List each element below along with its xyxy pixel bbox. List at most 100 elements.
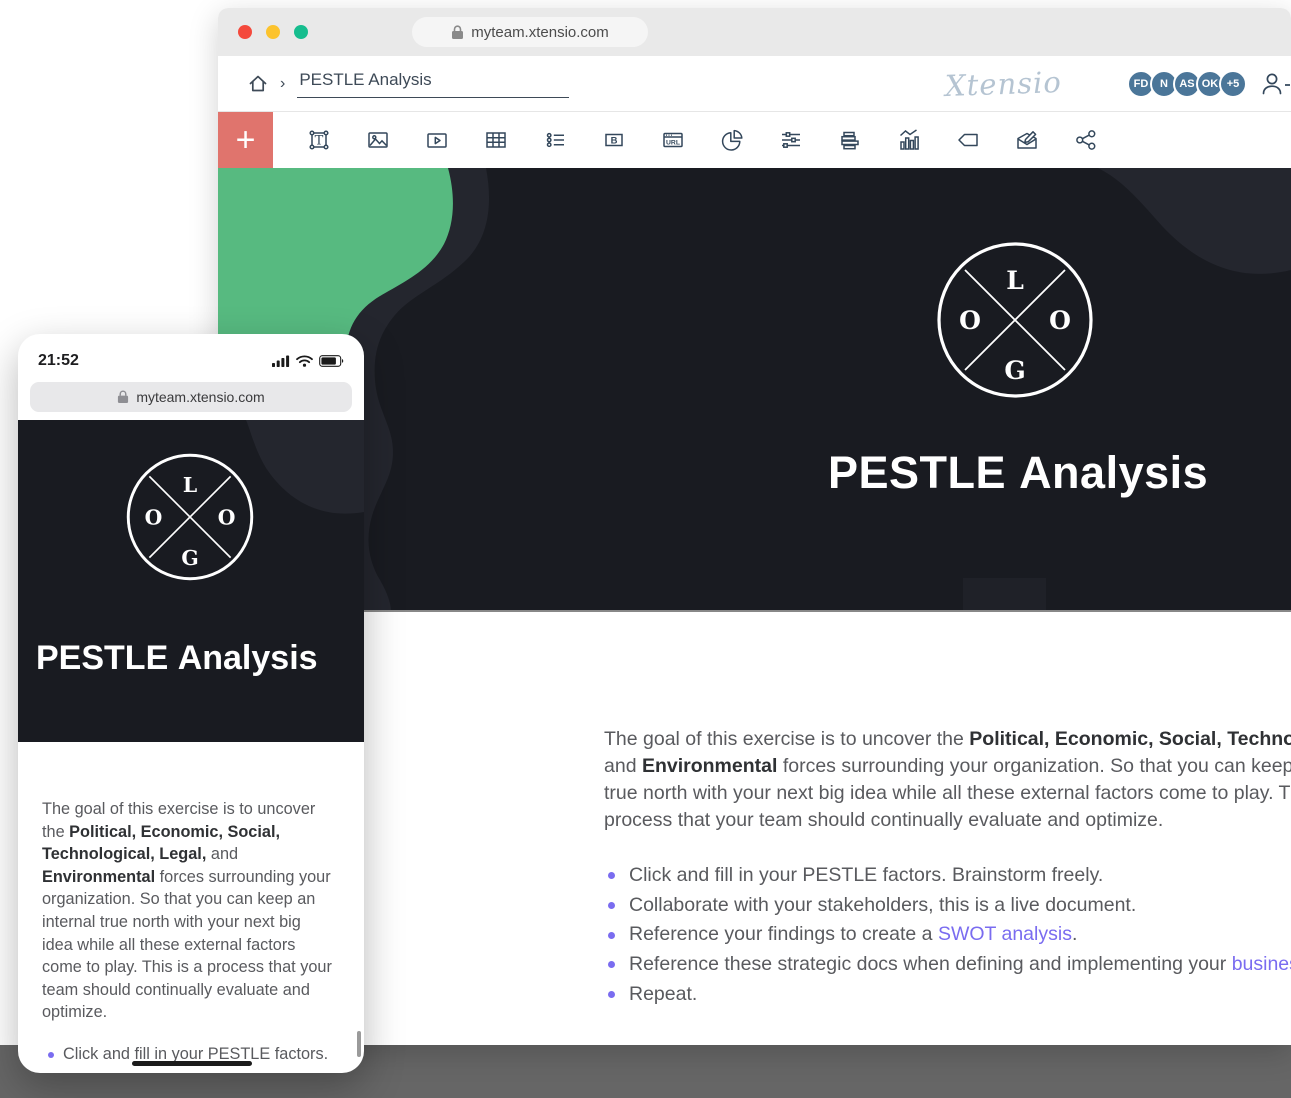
bullet-dot xyxy=(48,1052,54,1058)
signal-icon xyxy=(272,355,290,367)
zoom-window-button[interactable] xyxy=(294,25,308,39)
hero-blob-shapes xyxy=(218,168,1291,612)
logo-letter-right: O xyxy=(218,505,236,529)
hero-section: L O O G PESTLE Analysis xyxy=(218,168,1291,612)
share-icon[interactable] xyxy=(1056,112,1115,168)
pie-chart-icon[interactable] xyxy=(702,112,761,168)
lock-icon xyxy=(451,25,464,40)
column-chart-icon[interactable] xyxy=(879,112,938,168)
text-line: the Political, Economic, Social, xyxy=(42,821,352,844)
document-title-input[interactable] xyxy=(297,70,569,98)
chevron-right-icon: › xyxy=(280,75,285,93)
phone-intro-paragraph[interactable]: The goal of this exercise is to uncovert… xyxy=(42,798,352,1024)
bullet-text: Reference your findings to create a SWOT… xyxy=(629,920,1077,950)
add-module-button[interactable]: + xyxy=(218,112,273,168)
page-title[interactable]: PESTLE Analysis xyxy=(828,447,1208,499)
intro-bullet-list[interactable]: Click and fill in your PESTLE factors. B… xyxy=(608,861,1291,1010)
bullet-dot xyxy=(608,991,615,998)
text-line: team should continually evaluate and xyxy=(42,979,352,1002)
svg-text:B: B xyxy=(610,136,617,147)
company-logo: L O O G xyxy=(125,452,255,582)
bullet-text: Click and fill in your PESTLE factors. B… xyxy=(629,861,1103,891)
bullet-dot xyxy=(608,961,615,968)
phone-mockup: 21:52 myteam.xtensio.com xyxy=(18,334,364,1073)
bullet-dot xyxy=(608,872,615,879)
text-line: organization. So that you can keep an xyxy=(42,888,352,911)
svg-text:T: T xyxy=(314,134,323,149)
bullet-text: Repeat. xyxy=(629,980,697,1010)
intro-paragraph[interactable]: The goal of this exercise is to uncover … xyxy=(604,726,1291,834)
corner-blob-shape xyxy=(1098,168,1291,274)
text-line: true north with your next big idea while… xyxy=(604,780,1291,807)
phone-status-bar: 21:52 xyxy=(18,334,364,382)
avatar[interactable]: +5 xyxy=(1219,70,1247,98)
phone-address-url: myteam.xtensio.com xyxy=(136,389,264,405)
phone-page-title-strong: PESTLE xyxy=(36,639,168,677)
wifi-icon xyxy=(296,355,313,367)
bar-rows-icon[interactable] xyxy=(820,112,879,168)
home-indicator[interactable] xyxy=(132,1061,252,1066)
text-line: process that your team should continuall… xyxy=(604,807,1291,834)
minimize-window-button[interactable] xyxy=(266,25,280,39)
phone-clock: 21:52 xyxy=(38,352,79,370)
text-link[interactable]: business model xyxy=(1232,953,1291,975)
text-line: The goal of this exercise is to uncover … xyxy=(604,726,1291,753)
bullet-item: Click and fill in your PESTLE factors. B… xyxy=(608,861,1291,891)
text-line: optimize. xyxy=(42,1001,352,1024)
phone-address-bar[interactable]: myteam.xtensio.com xyxy=(30,382,352,412)
phone-page-title-light: Analysis xyxy=(178,639,318,677)
text-line: Environmental forces surrounding your xyxy=(42,866,352,889)
browser-chrome-bar: myteam.xtensio.com xyxy=(218,8,1291,56)
logo-letter-top: L xyxy=(183,473,197,497)
browser-window: myteam.xtensio.com › Xtensio FDNASOK+5 +… xyxy=(218,8,1291,1045)
table-icon[interactable] xyxy=(466,112,525,168)
url-embed-icon[interactable]: URL xyxy=(643,112,702,168)
bullet-text: Reference these strategic docs when defi… xyxy=(629,950,1291,980)
logo-letter-top: L xyxy=(1006,266,1024,295)
text-line: idea while all these external factors xyxy=(42,934,352,957)
bullet-item: Reference these strategic docs when defi… xyxy=(608,950,1291,980)
svg-text:URL: URL xyxy=(666,139,680,146)
bullet-item: Collaborate with your stakeholders, this… xyxy=(608,891,1291,921)
text-icon[interactable]: T xyxy=(289,112,348,168)
logo-letter-bottom: G xyxy=(181,546,198,570)
company-logo[interactable]: L O O G xyxy=(935,240,1095,400)
logo-letter-left: O xyxy=(145,505,163,529)
collaborator-avatars: FDNASOK+5 xyxy=(1132,70,1247,98)
phone-status-icons xyxy=(272,355,344,367)
module-toolbar: + T xyxy=(218,112,1291,168)
logo-letter-left: O xyxy=(959,306,981,335)
address-url: myteam.xtensio.com xyxy=(471,24,609,41)
list-icon[interactable] xyxy=(525,112,584,168)
tag-icon[interactable] xyxy=(938,112,997,168)
bullet-dot xyxy=(608,932,615,939)
phone-hero-section: L O O G PESTLE Analysis xyxy=(18,420,364,742)
close-window-button[interactable] xyxy=(238,25,252,39)
module-tools: T xyxy=(273,112,1115,168)
text-line: and Environmental forces surrounding you… xyxy=(604,753,1291,780)
hero-subtle-panel xyxy=(963,578,1046,612)
image-icon[interactable] xyxy=(348,112,407,168)
logo-letter-bottom: G xyxy=(1004,356,1025,385)
phone-page-title: PESTLE Analysis xyxy=(36,639,318,678)
battery-icon xyxy=(319,355,344,367)
bullet-text: Collaborate with your stakeholders, this… xyxy=(629,891,1136,921)
bullet-item: Reference your findings to create a SWOT… xyxy=(608,920,1291,950)
home-icon[interactable] xyxy=(246,72,270,96)
sliders-icon[interactable] xyxy=(761,112,820,168)
logo-letter-right: O xyxy=(1049,306,1071,335)
button-block-icon[interactable]: B xyxy=(584,112,643,168)
bullet-item: Repeat. xyxy=(608,980,1291,1010)
text-line: internal true north with your next big xyxy=(42,911,352,934)
signup-form-icon[interactable] xyxy=(997,112,1056,168)
text-link[interactable]: SWOT analysis xyxy=(938,923,1072,945)
address-bar[interactable]: myteam.xtensio.com xyxy=(412,17,648,47)
xtensio-logo[interactable]: Xtensio xyxy=(945,64,1063,102)
video-icon[interactable] xyxy=(407,112,466,168)
text-line: Technological, Legal, and xyxy=(42,843,352,866)
account-icon[interactable] xyxy=(1257,69,1291,99)
page-title-light: Analysis xyxy=(1019,447,1208,498)
bullet-dot xyxy=(608,902,615,909)
text-line: The goal of this exercise is to uncover xyxy=(42,798,352,821)
phone-scrollbar-thumb[interactable] xyxy=(357,1031,361,1057)
